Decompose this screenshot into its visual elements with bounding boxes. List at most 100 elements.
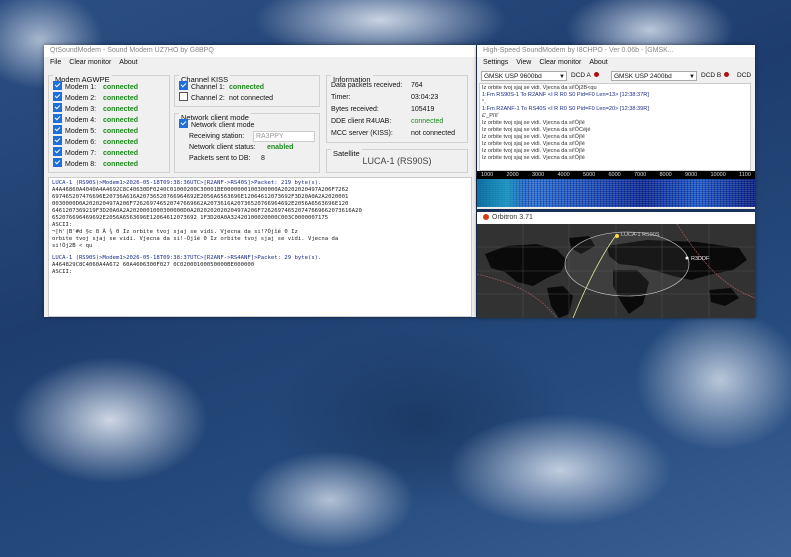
modem-row-6[interactable]: Modem 6: connected (53, 136, 138, 146)
hs-window-title: High-Speed SoundModem by I8CHPO - Ver 0.… (477, 45, 755, 57)
packets-sent-value: 8 (261, 155, 265, 162)
packet-log-line: si!Ój2B < qu (52, 243, 93, 249)
hs-monitor-line: 1:Fm R2ANF-1 To RS40S <I R R0 S0 Pid=F0 … (482, 106, 649, 112)
modem-8-checkbox[interactable] (53, 158, 62, 167)
modem-4-checkbox[interactable] (53, 114, 62, 123)
waterfall-display[interactable] (477, 179, 755, 207)
hs-menu-settings[interactable]: Settings (483, 57, 508, 69)
modem-7-checkbox[interactable] (53, 147, 62, 156)
frequency-tick-label: 10000 (710, 172, 726, 178)
info-row-dde: DDE client R4UAB: connected (331, 118, 444, 125)
network-client-group: Network client mode Network client mode … (174, 113, 320, 173)
channel-2-checkbox[interactable] (179, 92, 188, 101)
receiving-station-row: Receiving station: RA3PPY (189, 131, 315, 142)
hs-modem-window: High-Speed SoundModem by I8CHPO - Ver 0.… (477, 45, 755, 209)
dcd-b-indicator: DCD B (701, 72, 730, 79)
satellite-footprint (564, 231, 690, 297)
orbitron-window: Orbitron 3.71 LUCA-1 RS90S R3DDF (477, 212, 755, 318)
modem-row-2[interactable]: Modem 2: connected (53, 92, 138, 102)
information-group: Information Data packets received: 764 Ti… (326, 75, 468, 143)
modem-agwpe-group: Modem AGWPE Modem 1: connected Modem 2: co… (48, 75, 170, 173)
channel-1-row[interactable]: Channel 1: connected (179, 81, 264, 91)
modem-row-7[interactable]: Modem 7: connected (53, 147, 138, 157)
frequency-tick-label: 9000 (685, 172, 698, 178)
orbitron-sat-label: LUCA-1 RS90S (621, 232, 660, 238)
modem-3-status: connected (103, 106, 139, 113)
satellite-value: LUCA-1 (RS90S) (362, 156, 432, 166)
modem-5-checkbox[interactable] (53, 125, 62, 134)
packet-header-line: LUCA-1 (RS90S)>Modem1>2026-05-18T09:38:3… (52, 255, 322, 261)
modem-5-status: connected (103, 128, 139, 135)
hs-monitor-line: £'_Pîìî´ (482, 113, 500, 119)
chevron-down-icon: ▼ (689, 74, 695, 80)
frequency-tick-label: 3000 (532, 172, 545, 178)
modem-row-1[interactable]: Modem 1: connected (53, 81, 138, 91)
modem-b-select[interactable]: GMSK USP 2400bd ▼ (611, 71, 697, 81)
hs-monitor-line: Iz orbite tvoj sjaj se vidi. Vjecna da s… (482, 141, 585, 147)
packet-log-line: orbite tvoj sjaj se vidi. Vjecna da si!-… (52, 236, 339, 242)
modem-row-5[interactable]: Modem 5: connected (53, 125, 138, 135)
packets-sent-row: Packets sent to DB: 8 (189, 155, 265, 162)
receiving-station-input[interactable]: RA3PPY (252, 131, 315, 142)
channel-kiss-group: Channel KISS Channel 1: connected Channel… (174, 75, 320, 107)
hs-menu-view[interactable]: View (516, 57, 531, 69)
network-status-row: Network client status: enabled (189, 144, 294, 151)
info-row-mcc: MCC server (KISS): not connected (331, 130, 455, 137)
modem-a-select[interactable]: GMSK USP 9600bd ▼ (481, 71, 567, 81)
main-window: QtSoundModem - Sound Modem UZ7HO by G8BP… (44, 45, 476, 317)
frequency-tick-label: 5000 (583, 172, 596, 178)
network-client-checkbox-row[interactable]: Network client mode (179, 119, 254, 129)
frequency-tick-label: 6000 (608, 172, 621, 178)
packet-log[interactable]: LUCA-1 (RS90S)>Modem1>2026-05-18T09:38:3… (48, 177, 472, 317)
packet-log-line: A464829C8C4060A4A672 60A4606300F027 0C02… (52, 262, 255, 268)
frequency-scale: 1000 2000 3000 4000 5000 6000 7000 8000 9000 1000… (477, 171, 755, 179)
ground-station-icon (685, 256, 689, 260)
hs-monitor-line: Iz orbite tvoj sjaj se vidi. Vjecna da s… (482, 134, 585, 140)
menu-clear-monitor[interactable]: Clear monitor (69, 57, 111, 69)
channel-2-row[interactable]: Channel 2: not connected (179, 92, 273, 102)
modem-row-8[interactable]: Modem 8: connected (53, 158, 138, 168)
hs-monitor-line: Iz orbite tvoj sjaj se vidi. Vjecna da s… (482, 148, 585, 154)
modem-2-checkbox[interactable] (53, 92, 62, 101)
main-window-title: QtSoundModem - Sound Modem UZ7HO by G8BP… (44, 45, 476, 57)
main-menubar: File Clear monitor About (44, 57, 476, 69)
hs-monitor-line: 1:Fm RS90S-1 To R2ANF <I R R0 S0 Pid=F0 … (482, 92, 649, 98)
modem-row-4[interactable]: Modem 4: connected (53, 114, 138, 124)
menu-about[interactable]: About (119, 57, 137, 69)
dcd-c-indicator: DCD (737, 72, 752, 79)
satellite-group: Satellite LUCA-1 (RS90S) (326, 149, 468, 173)
packet-log-line: 0030000D0A202020497A206F7262697465207476… (52, 201, 349, 207)
channel-2-status: not connected (229, 95, 273, 102)
modem-1-status: connected (103, 84, 139, 91)
channel-1-status: connected (229, 84, 265, 91)
packet-log-line: ASCII: (52, 269, 73, 275)
frequency-tick-label: 1100 (739, 172, 751, 178)
modem-3-checkbox[interactable] (53, 103, 62, 112)
packet-log-line: 697465207476696E20736A616A20736520766964… (52, 194, 349, 200)
modem-1-checkbox[interactable] (53, 81, 62, 90)
dcd-a-indicator: DCD A (571, 72, 599, 79)
network-status-value: enabled (267, 144, 294, 151)
info-row-packets: Data packets received: 764 (331, 82, 423, 89)
hs-menu-about[interactable]: About (589, 57, 607, 69)
modem-6-checkbox[interactable] (53, 136, 62, 145)
modem-row-3[interactable]: Modem 3: connected (53, 103, 138, 113)
hs-monitor-line: Iz orbite tvoj sjaj se vidi. Vjecna da s… (482, 120, 585, 126)
hs-monitor-text[interactable]: Iz orbite tvoj sjaj se vidi. Vjecna da s… (479, 83, 751, 171)
orbitron-world-map[interactable] (477, 224, 755, 318)
channel-1-checkbox[interactable] (179, 81, 188, 90)
packet-log-line: A4A46860A4040A4A4692C8C40630DF0240C01000… (52, 187, 349, 193)
satellite-position-icon (615, 234, 619, 238)
hs-monitor-line: Iz orbite tvoj sjaj se vidi. Vjecna da s… (482, 127, 591, 133)
orbitron-title: Orbitron 3.71 (492, 214, 533, 221)
frequency-tick-label: 2000 (506, 172, 519, 178)
frequency-tick-label: 1000 (481, 172, 494, 178)
frequency-tick-label: 4000 (557, 172, 570, 178)
network-client-checkbox[interactable] (179, 119, 188, 128)
hs-menu-clear-monitor[interactable]: Clear monitor (539, 57, 581, 69)
orbitron-station-label: R3DDF (691, 256, 710, 262)
hs-monitor-line: Iz orbite tvoj sjaj se vidi. Vjecna da s… (482, 155, 585, 161)
modem-8-status: connected (103, 161, 139, 168)
info-row-bytes: Bytes received: 105419 (331, 106, 435, 113)
menu-file[interactable]: File (50, 57, 61, 69)
